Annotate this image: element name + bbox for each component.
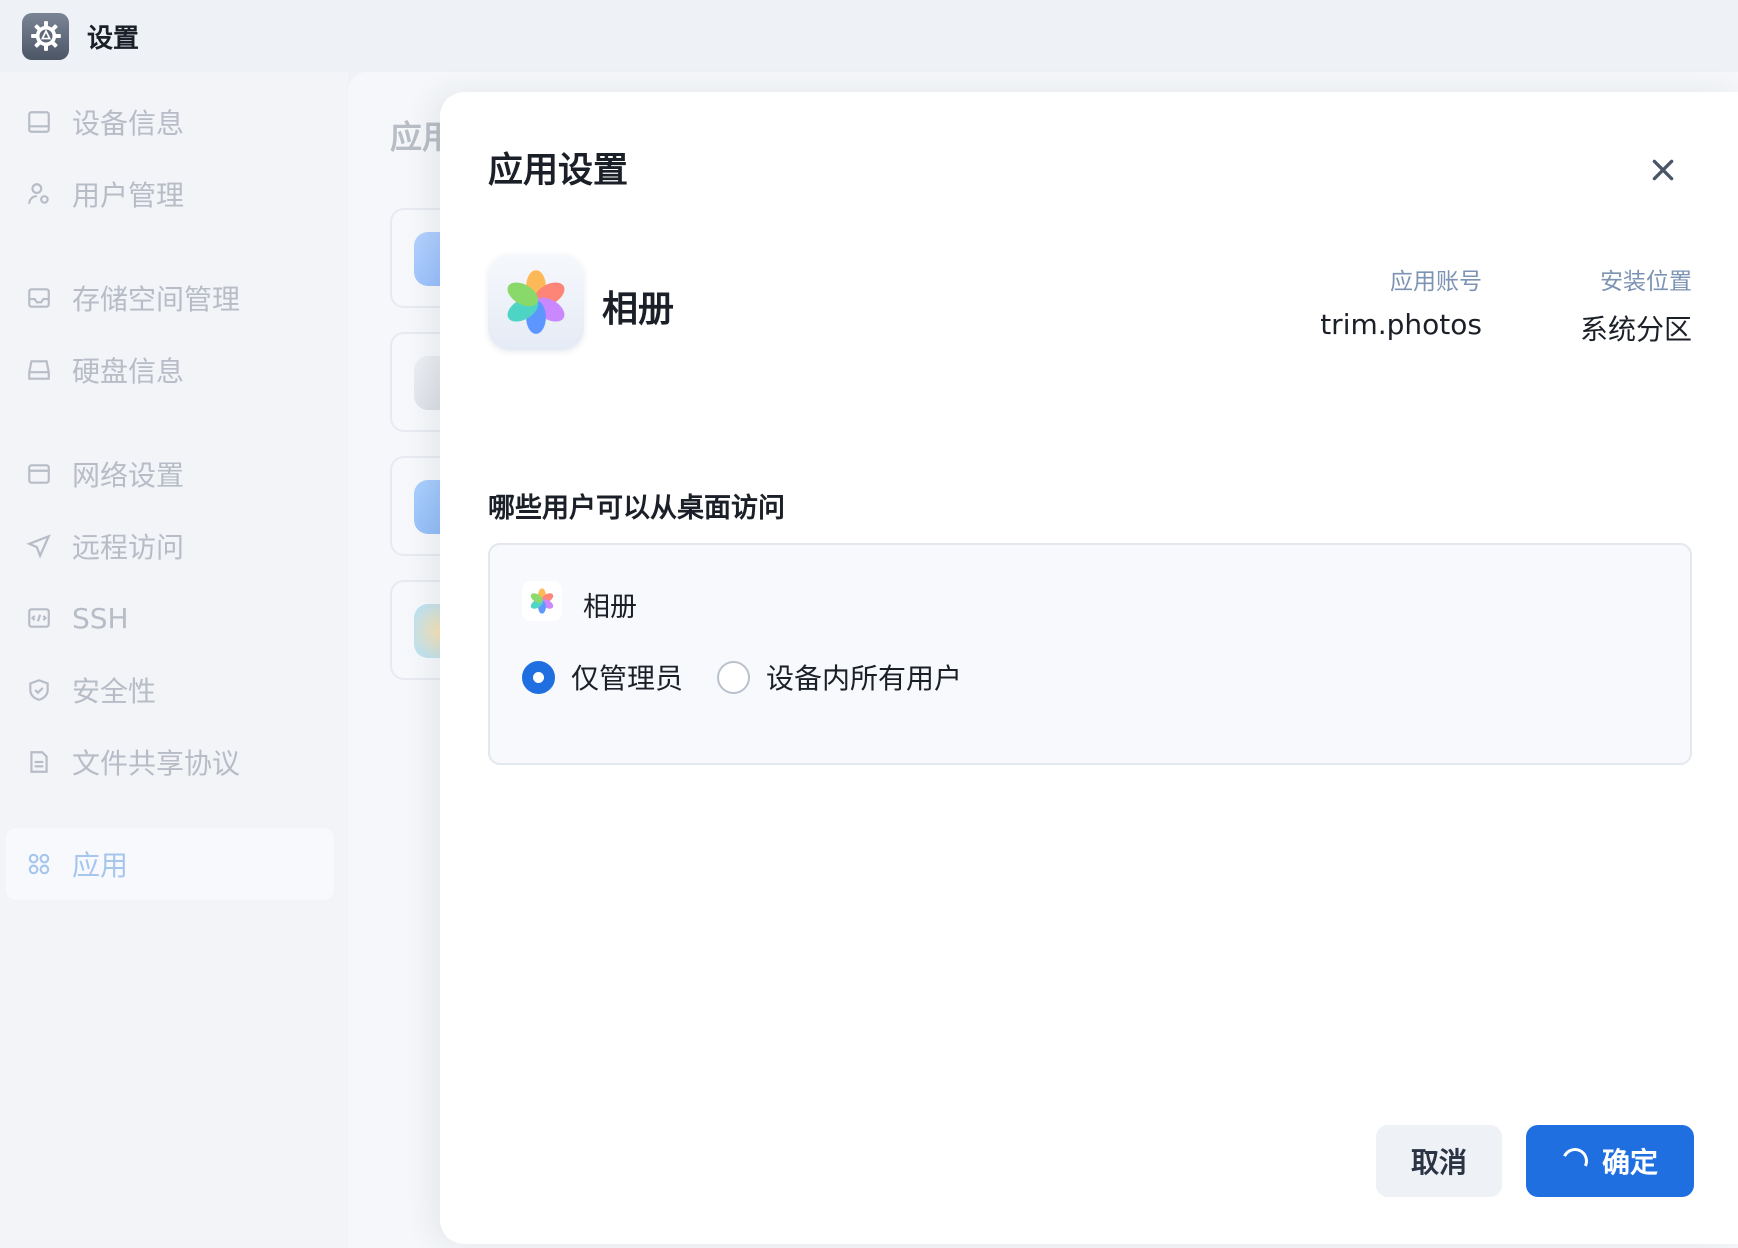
app-info-row: 相册 应用账号 trim.photos 安装位置 系统分区	[488, 254, 1692, 350]
access-radio-group: 仅管理员 设备内所有用户	[522, 657, 996, 697]
title-bar: 设置	[0, 0, 1738, 72]
install-location-label: 安装位置	[1600, 269, 1692, 295]
access-app-name: 相册	[583, 592, 637, 623]
radio-label: 设备内所有用户	[766, 662, 963, 695]
sidebar-item-remote-access[interactable]: 远程访问	[6, 510, 334, 582]
sidebar-item-label: 硬盘信息	[72, 355, 185, 388]
dialog-title: 应用设置	[488, 151, 629, 191]
sidebar-item-ssh[interactable]: SSH	[6, 582, 334, 654]
sidebar-item-security[interactable]: 安全性	[6, 654, 334, 726]
sidebar: 设备信息 用户管理 存储空间管理 硬盘信息 网络设置 远程访问 SSH 安全性 …	[0, 72, 348, 1248]
sidebar-item-label: 设备信息	[72, 107, 185, 140]
access-section-label: 哪些用户可以从桌面访问	[488, 493, 785, 524]
monitor-icon	[24, 107, 54, 137]
terminal-icon	[24, 603, 54, 633]
sidebar-item-storage[interactable]: 存储空间管理	[6, 262, 334, 334]
cancel-button[interactable]: 取消	[1376, 1125, 1502, 1197]
app-account-value: trim.photos	[1320, 308, 1482, 341]
install-location: 安装位置 系统分区	[1580, 262, 1692, 348]
confirm-button-label: 确定	[1601, 1146, 1658, 1179]
sidebar-item-label: 存储空间管理	[72, 283, 241, 316]
close-icon	[1652, 159, 1674, 181]
sidebar-item-network[interactable]: 网络设置	[6, 438, 334, 510]
radio-admin-only[interactable]: 仅管理员	[522, 657, 683, 697]
network-icon	[24, 459, 54, 489]
app-name: 相册	[602, 289, 675, 330]
user-settings-icon	[24, 179, 54, 209]
sidebar-item-disk-info[interactable]: 硬盘信息	[6, 334, 334, 406]
sidebar-item-label: 文件共享协议	[72, 747, 241, 780]
install-location-value: 系统分区	[1579, 313, 1692, 346]
sidebar-item-device-info[interactable]: 设备信息	[6, 86, 334, 158]
loading-spinner-icon	[1558, 1144, 1592, 1178]
photos-flower-icon	[522, 581, 562, 621]
gear-icon	[22, 12, 69, 60]
window-title: 设置	[87, 23, 140, 54]
sidebar-item-label: 安全性	[72, 675, 157, 708]
document-icon	[24, 747, 54, 777]
apps-grid-icon	[24, 849, 54, 879]
sidebar-item-label: 远程访问	[72, 531, 185, 564]
app-settings-dialog: 应用设置 相册 应用账号 trim.photos 安装位置 系统分区 哪些用户可…	[440, 92, 1738, 1244]
app-account-label: 应用账号	[1390, 269, 1482, 295]
confirm-button[interactable]: 确定	[1526, 1125, 1694, 1197]
send-icon	[24, 531, 54, 561]
sidebar-item-user-management[interactable]: 用户管理	[6, 158, 334, 230]
sidebar-item-label: 用户管理	[72, 179, 185, 212]
sidebar-item-file-sharing[interactable]: 文件共享协议	[6, 726, 334, 798]
radio-label: 仅管理员	[571, 662, 684, 695]
disk-icon	[24, 355, 54, 385]
sidebar-item-label: 应用	[72, 849, 129, 882]
radio-all-users[interactable]: 设备内所有用户	[717, 657, 962, 697]
app-account: 应用账号 trim.photos	[1320, 262, 1482, 341]
radio-dot[interactable]	[522, 660, 555, 694]
close-button[interactable]	[1640, 147, 1686, 193]
access-settings-box: 相册 仅管理员 设备内所有用户	[488, 543, 1692, 765]
storage-icon	[24, 283, 54, 313]
sidebar-item-label: SSH	[72, 601, 129, 635]
settings-window: 设置 设备信息 用户管理 存储空间管理 硬盘信息 网络设置 远程访问 SSH 安…	[0, 0, 1738, 1248]
sidebar-item-label: 网络设置	[72, 459, 185, 492]
sidebar-item-apps[interactable]: 应用	[6, 828, 334, 900]
shield-icon	[24, 675, 54, 705]
photos-flower-icon	[488, 254, 584, 350]
radio-dot[interactable]	[717, 660, 751, 694]
